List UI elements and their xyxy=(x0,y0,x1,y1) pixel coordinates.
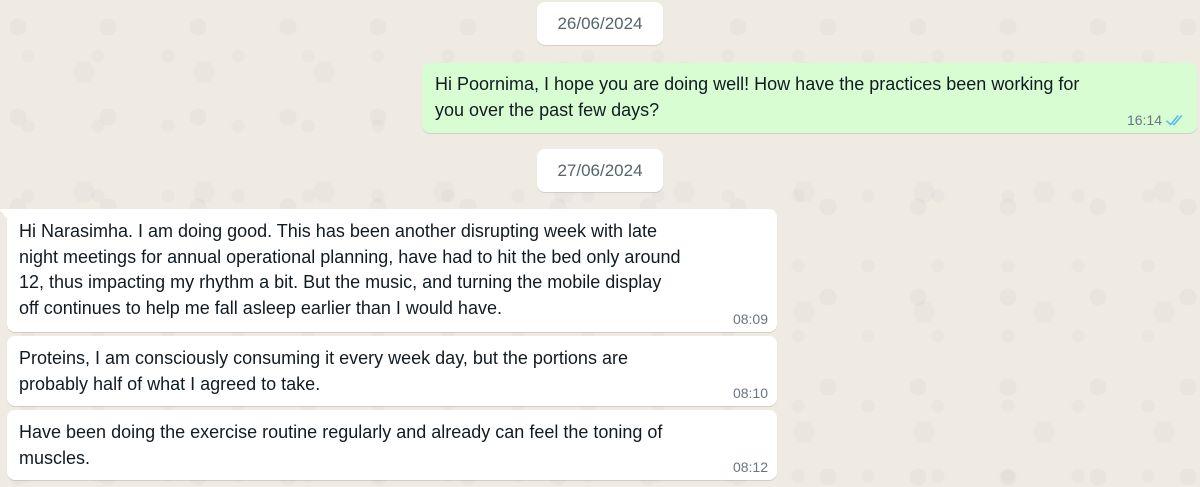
message-meta: 08:09 xyxy=(733,311,768,327)
message-meta: 08:10 xyxy=(733,385,768,401)
date-separator: 27/06/2024 xyxy=(537,149,663,192)
message-text: Proteins, I am consciously consuming it … xyxy=(19,348,628,394)
incoming-message[interactable]: Hi Narasimha. I am doing good. This has … xyxy=(0,209,777,332)
message-time: 08:09 xyxy=(732,311,768,327)
message-time: 08:10 xyxy=(732,385,768,401)
message-meta: 16:14 xyxy=(1127,112,1188,128)
incoming-message[interactable]: Proteins, I am consciously consuming it … xyxy=(7,336,777,406)
message-text: Hi Poornima, I hope you are doing well! … xyxy=(435,74,1080,120)
message-time: 16:14 xyxy=(1126,112,1162,128)
double-check-read-icon xyxy=(1166,115,1182,126)
date-separator: 26/06/2024 xyxy=(537,2,663,45)
bubble-tail-icon xyxy=(0,209,9,221)
outgoing-message[interactable]: Hi Poornima, I hope you are doing well! … xyxy=(422,63,1197,133)
message-meta: 08:12 xyxy=(733,459,768,475)
message-text: Have been doing the exercise routine reg… xyxy=(19,422,663,468)
message-text: Hi Narasimha. I am doing good. This has … xyxy=(19,221,681,318)
incoming-message[interactable]: Have been doing the exercise routine reg… xyxy=(7,410,777,480)
message-time: 08:12 xyxy=(732,459,768,475)
